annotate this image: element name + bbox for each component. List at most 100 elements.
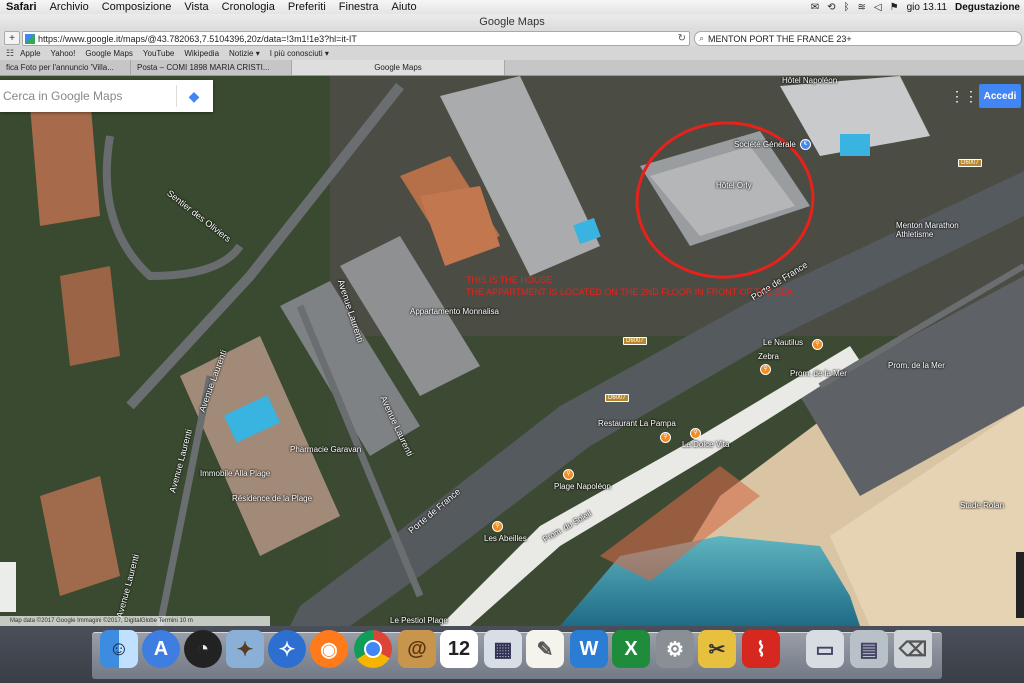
chrome-icon[interactable] xyxy=(354,630,392,668)
excel-icon[interactable]: X xyxy=(612,630,650,668)
bluetooth-icon[interactable]: ᛒ xyxy=(844,2,850,13)
label-hotel-orly[interactable]: Hôtel Orly xyxy=(716,181,752,190)
label-plage-napoleon[interactable]: Plage Napoléon xyxy=(554,482,611,491)
bookmark-youtube[interactable]: YouTube xyxy=(143,49,174,58)
downloads-icon[interactable]: ▤ xyxy=(850,630,888,668)
menu-composizione[interactable]: Composizione xyxy=(102,1,172,13)
restaurant-icon[interactable]: ⚲ xyxy=(660,432,671,443)
photo-icon[interactable]: ✦ xyxy=(226,630,264,668)
tab-posta[interactable]: Posta – COMI 1898 MARIA CRISTI... xyxy=(131,60,292,75)
menu-finestra[interactable]: Finestra xyxy=(339,1,379,13)
label-restaurant-pampa[interactable]: Restaurant La Pampa xyxy=(598,419,676,428)
google-favicon-icon xyxy=(25,33,35,44)
map-attribution: Map data ©2017 Google Immagini ©2017, Di… xyxy=(0,616,270,626)
satellite-map[interactable]: Cerca in Google Maps ◆ ⋮⋮ Accedi Hôtel N… xyxy=(0,76,1024,626)
bookmark-google-maps[interactable]: Google Maps xyxy=(85,49,133,58)
restaurant-icon[interactable]: ⚲ xyxy=(492,521,503,532)
volume-icon[interactable]: ◁ xyxy=(874,2,882,13)
maps-search-input[interactable]: Cerca in Google Maps xyxy=(0,89,176,103)
label-hotel-napoleon[interactable]: Hôtel Napoléon xyxy=(782,76,837,85)
menu-safari[interactable]: Safari xyxy=(6,1,37,13)
tab-google-maps[interactable]: Google Maps xyxy=(292,60,505,75)
browser-toolbar: + https://www.google.it/maps/@43.782063,… xyxy=(0,30,1024,46)
menu-vista[interactable]: Vista xyxy=(184,1,208,13)
acrobat-icon[interactable]: ⌇ xyxy=(742,630,780,668)
restaurant-icon[interactable]: ⚲ xyxy=(690,428,701,439)
user-name[interactable]: Degustazione xyxy=(955,2,1020,13)
annotation-line-2: THE APPARTMENT IS LOCATED ON THE 2ND FLO… xyxy=(466,287,793,297)
time-machine-icon[interactable]: ⟲ xyxy=(827,2,835,13)
label-societe-generale[interactable]: Société Générale xyxy=(734,140,796,149)
launchpad-icon[interactable]: A xyxy=(142,630,180,668)
label-les-abeilles[interactable]: Les Abeilles xyxy=(484,534,527,543)
sign-in-button[interactable]: Accedi xyxy=(979,84,1021,108)
calendar-day: 12 xyxy=(447,637,471,660)
flag-icon[interactable]: ⚑ xyxy=(890,2,899,13)
search-field[interactable]: ⌕ MENTON PORT THE FRANCE 23+ xyxy=(694,31,1022,46)
restaurant-icon[interactable]: ⚲ xyxy=(563,469,574,480)
road-shield-d6007: D6007 xyxy=(605,394,629,402)
wifi-icon[interactable]: ≋ xyxy=(858,2,866,13)
bank-icon[interactable]: € xyxy=(800,139,811,150)
label-menton-marathon[interactable]: Menton Marathon Athletisme xyxy=(896,221,976,239)
house-annotation: THIS IS THE HOUSE THE APPARTMENT IS LOCA… xyxy=(466,274,793,298)
dock: ☺ A ◔ ✦ ✧ ◉ @ 12 ▦ ✎ W X ⚙ ✂ ⌇ ▭ ▤ ⌫ xyxy=(0,626,1024,683)
bookmark-yahoo[interactable]: Yahoo! xyxy=(51,49,76,58)
tab-villa[interactable]: fica Foto per l'annuncio 'Villa... xyxy=(0,60,131,75)
map-controls[interactable] xyxy=(1016,552,1024,618)
add-tab-button[interactable]: + xyxy=(4,31,20,45)
finder-icon[interactable]: ☺ xyxy=(100,630,138,668)
show-all-bookmarks-icon[interactable]: ☷ xyxy=(6,48,14,59)
google-apps-icon[interactable]: ⋮⋮ xyxy=(950,89,978,103)
reload-icon[interactable]: ↻ xyxy=(678,33,686,44)
label-stade[interactable]: Stade Rolan xyxy=(960,501,1004,510)
trash-icon[interactable]: ⌫ xyxy=(894,630,932,668)
bookmark-wikipedia[interactable]: Wikipedia xyxy=(184,49,219,58)
safari-icon[interactable]: ✧ xyxy=(268,630,306,668)
label-zebra[interactable]: Zebra xyxy=(758,352,779,361)
menu-aiuto[interactable]: Aiuto xyxy=(392,1,417,13)
road-shield-d6007: D6007 xyxy=(623,337,647,345)
bookmark-notizie[interactable]: Notizie ▾ xyxy=(229,49,260,58)
bookmark-piu-conosciuti[interactable]: I più conosciuti ▾ xyxy=(270,49,329,58)
restaurant-icon[interactable]: ⚲ xyxy=(812,339,823,350)
label-prom-mer-1[interactable]: Prom. de la Mer xyxy=(790,369,847,378)
search-icon: ⌕ xyxy=(699,33,705,43)
map-side-panel-toggle[interactable] xyxy=(0,562,16,612)
bookmarks-bar: ☷ Apple Yahoo! Google Maps YouTube Wikip… xyxy=(0,46,1024,60)
system-prefs-icon[interactable]: ⚙ xyxy=(656,630,694,668)
address-bar[interactable]: https://www.google.it/maps/@43.782063,7.… xyxy=(22,31,690,46)
annotation-line-1: THIS IS THE HOUSE xyxy=(466,275,553,285)
word-icon[interactable]: W xyxy=(570,630,608,668)
url-text[interactable]: https://www.google.it/maps/@43.782063,7.… xyxy=(38,34,357,44)
menu-cronologia[interactable]: Cronologia xyxy=(222,1,275,13)
screenshot-icon[interactable]: ▭ xyxy=(806,630,844,668)
label-le-pestiol[interactable]: Le Pestiol Plage xyxy=(390,616,448,625)
label-pharmacie[interactable]: Pharmacie Garavan xyxy=(290,445,361,454)
clock[interactable]: gio 13.11 xyxy=(907,2,947,13)
menu-preferiti[interactable]: Preferiti xyxy=(288,1,326,13)
directions-icon[interactable]: ◆ xyxy=(176,85,205,107)
menu-bar: Safari Archivio Composizione Vista Crono… xyxy=(0,0,1024,15)
firefox-icon[interactable]: ◉ xyxy=(310,630,348,668)
label-appartamento[interactable]: Appartamento Monnalisa xyxy=(410,307,499,316)
textedit-icon[interactable]: ✎ xyxy=(526,630,564,668)
calendar-icon[interactable]: 12 xyxy=(440,630,478,668)
bookmark-apple[interactable]: Apple xyxy=(20,49,40,58)
maps-search-box[interactable]: Cerca in Google Maps ◆ xyxy=(0,80,213,112)
restaurant-icon[interactable]: ⚲ xyxy=(760,364,771,375)
label-dolce-vita[interactable]: La Dolce Vita xyxy=(682,440,729,449)
road-shield-d6007: D6007 xyxy=(958,159,982,167)
dashboard-icon[interactable]: ◔ xyxy=(184,630,222,668)
label-prom-mer-2[interactable]: Prom. de la Mer xyxy=(888,361,945,370)
label-residence[interactable]: Résidence de la Plage xyxy=(232,494,312,503)
archive-icon[interactable]: ✂ xyxy=(698,630,736,668)
contacts-icon[interactable]: @ xyxy=(398,630,436,668)
label-immobile[interactable]: Immobile Alla Plage xyxy=(200,469,270,478)
menu-archivio[interactable]: Archivio xyxy=(50,1,89,13)
search-value[interactable]: MENTON PORT THE FRANCE 23+ xyxy=(708,34,852,44)
notification-icon[interactable]: ✉ xyxy=(811,2,819,13)
window-title: Google Maps xyxy=(479,16,545,28)
preview-icon[interactable]: ▦ xyxy=(484,630,522,668)
label-le-nautilus[interactable]: Le Nautilus xyxy=(763,338,803,347)
